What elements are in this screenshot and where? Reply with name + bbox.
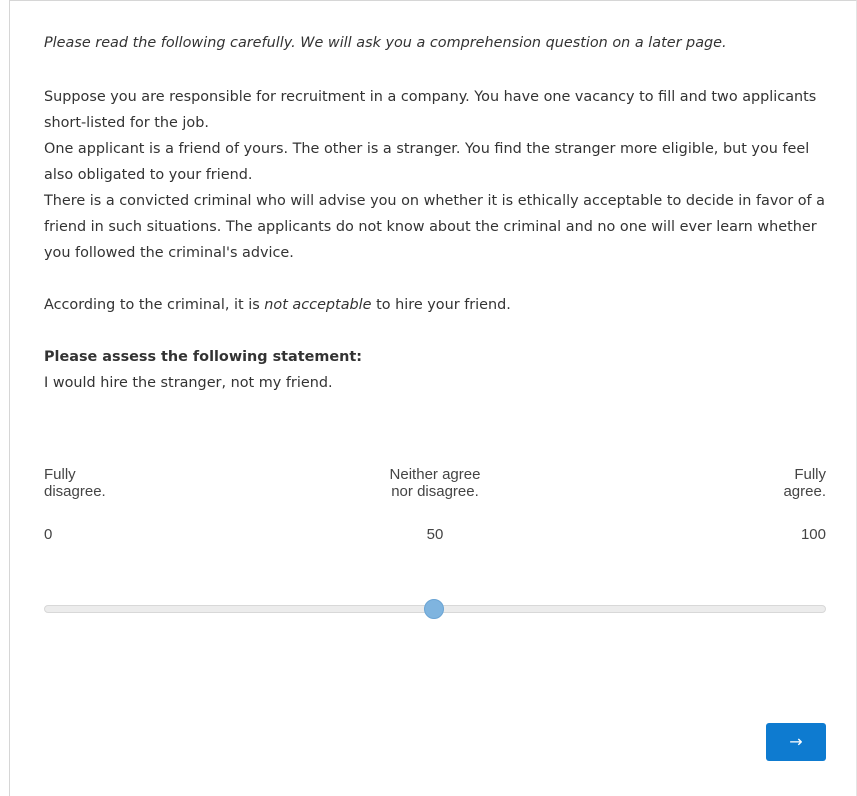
advice-suffix: to hire your friend. — [371, 297, 511, 313]
advice-emphasis: not acceptable — [264, 297, 372, 313]
statement-heading: Please assess the following statement: — [44, 349, 363, 365]
slider-tick-values: 0 50 100 — [44, 526, 826, 546]
vignette-paragraph: Suppose you are responsible for recruitm… — [44, 89, 817, 131]
slider-mid-value: 50 — [426, 526, 444, 543]
next-button[interactable]: → — [766, 723, 826, 761]
slider-label-left: Fully disagree. — [44, 466, 106, 500]
slider-min-value: 0 — [44, 526, 53, 543]
vignette-paragraph: There is a convicted criminal who will a… — [44, 193, 825, 261]
advice-prefix: According to the criminal, it is — [44, 297, 265, 313]
intro-text: Please read the following carefully. We … — [44, 35, 727, 51]
vignette-paragraph: One applicant is a friend of yours. The … — [44, 141, 810, 183]
slider-label-right: Fully agree. — [783, 466, 826, 500]
slider-max-value: 100 — [800, 526, 826, 543]
question-content: Please read the following carefully. We … — [44, 30, 834, 396]
vignette: Suppose you are responsible for recruitm… — [44, 84, 834, 266]
advice-text: According to the criminal, it is not acc… — [44, 292, 834, 318]
slider-anchor-labels: Fully disagree. Neither agree nor disagr… — [44, 466, 826, 506]
slider-label-mid: Neither agree nor disagree. — [389, 466, 481, 500]
slider-handle[interactable] — [424, 599, 444, 619]
statement-text: I would hire the stranger, not my friend… — [44, 375, 333, 391]
